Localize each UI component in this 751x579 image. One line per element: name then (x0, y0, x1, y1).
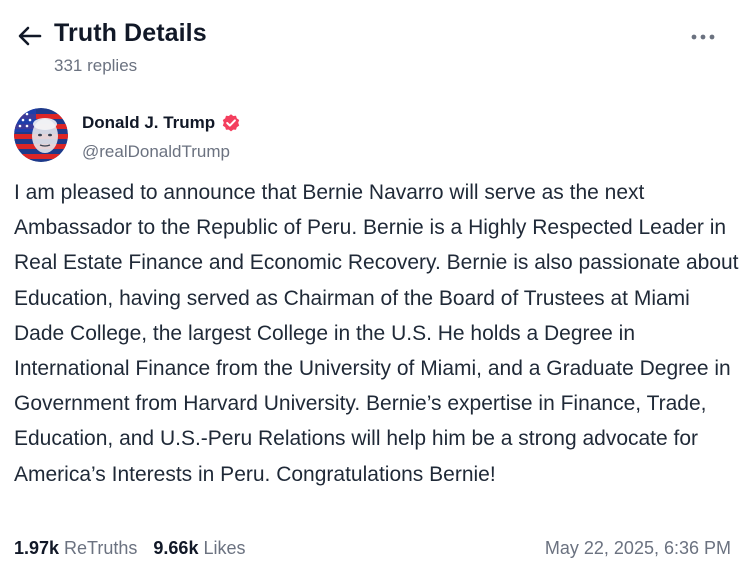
more-horizontal-icon (691, 34, 715, 40)
post-body-text: I am pleased to announce that Bernie Nav… (14, 181, 739, 486)
more-options-button[interactable] (686, 27, 720, 47)
likes-label[interactable]: Likes (203, 538, 245, 559)
verified-badge-icon (221, 113, 241, 133)
likes-count[interactable]: 9.66k (153, 538, 198, 559)
reply-count: 331 replies (54, 56, 138, 75)
back-button[interactable] (16, 22, 44, 50)
retruths-label[interactable]: ReTruths (64, 538, 137, 559)
author-name-row: Donald J. Trump (82, 113, 241, 133)
retruths-count[interactable]: 1.97k (14, 538, 59, 559)
author-handle[interactable]: @realDonaldTrump (82, 142, 230, 162)
page-title: Truth Details (54, 19, 207, 47)
avatar[interactable] (14, 108, 68, 162)
author-display-name[interactable]: Donald J. Trump (82, 113, 215, 133)
post-stats: 1.97k ReTruths 9.66k Likes (14, 538, 245, 559)
arrow-left-icon (18, 26, 42, 46)
page-header: Truth Details 331 replies (0, 0, 751, 90)
post-timestamp: May 22, 2025, 6:36 PM (544, 538, 731, 558)
